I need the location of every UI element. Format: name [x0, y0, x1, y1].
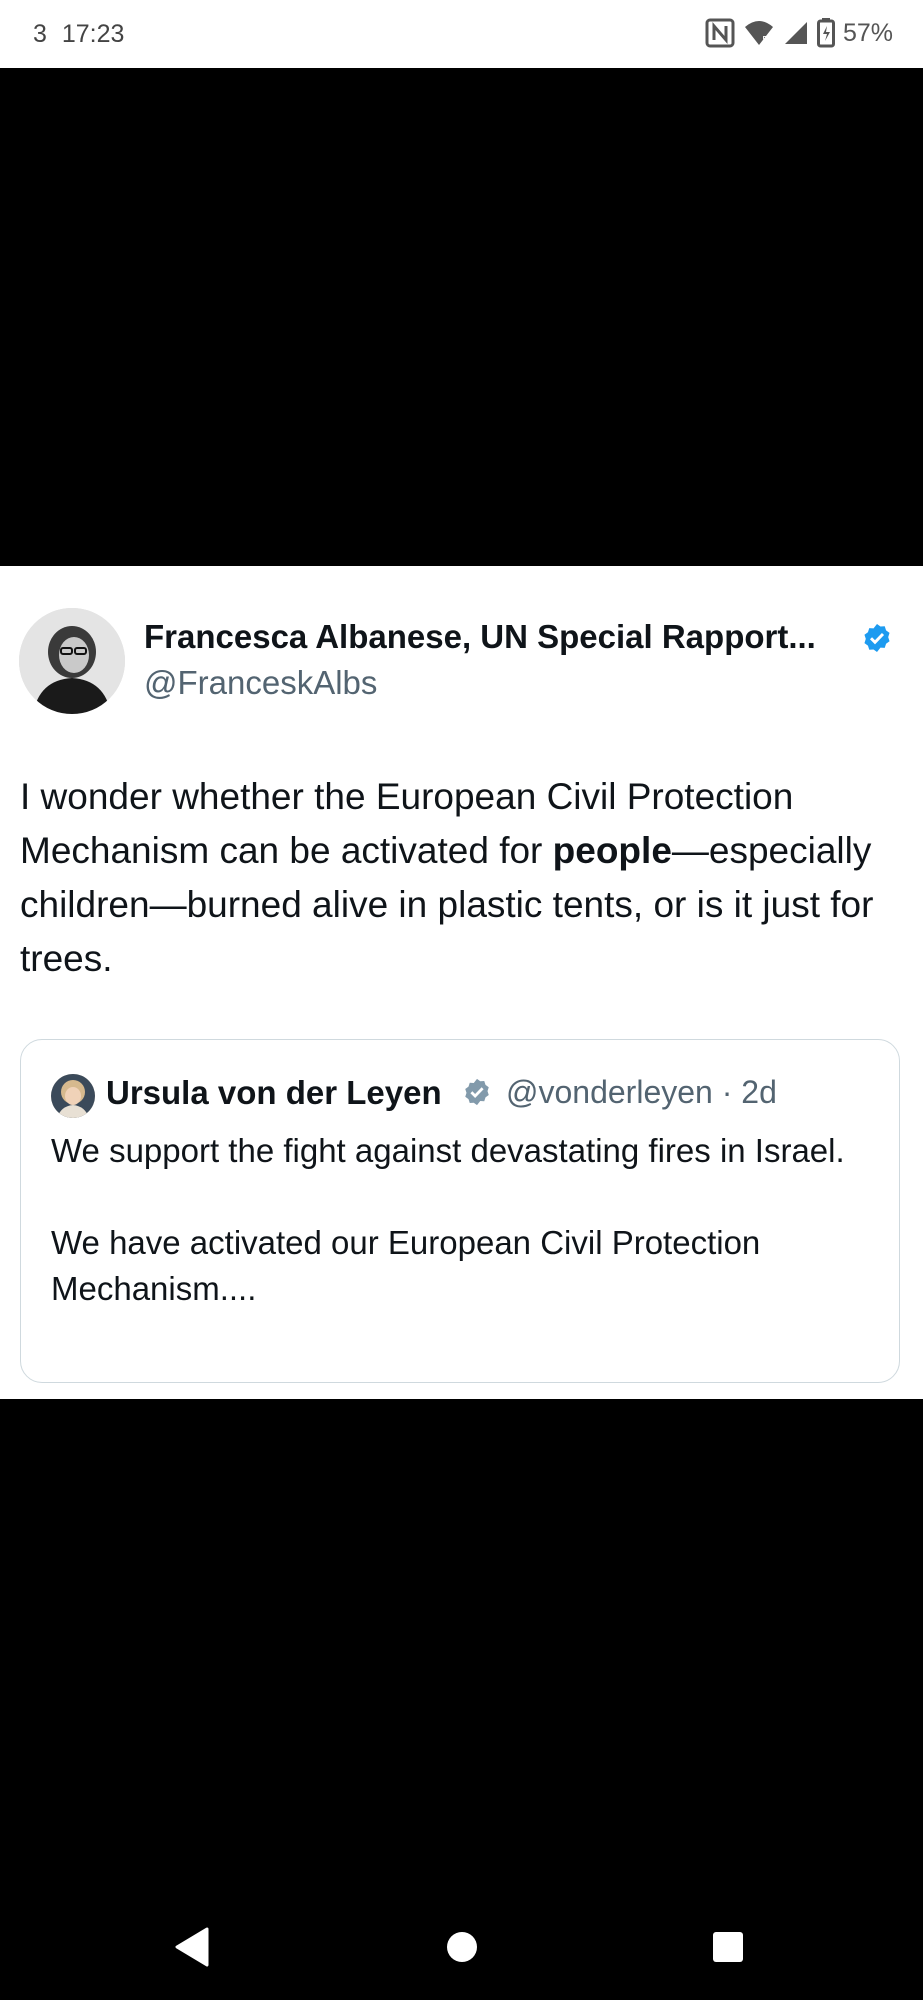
recents-icon[interactable] — [711, 1930, 745, 1964]
author-name[interactable]: Francesca Albanese, UN Special Rapport..… — [144, 618, 816, 656]
quoted-handle-time[interactable]: @vonderleyen · 2d — [506, 1074, 777, 1111]
status-right: 5 57% — [705, 18, 893, 48]
quoted-paragraph-2: We have activated our European Civil Pro… — [51, 1224, 761, 1307]
status-bar: 3 17:23 5 57% — [0, 0, 923, 68]
wifi-icon: 5 — [744, 21, 773, 46]
tweet-text: I wonder whether the European Civil Prot… — [20, 770, 910, 986]
notification-count: 3 — [33, 20, 47, 48]
signal-icon — [784, 22, 807, 44]
author-avatar[interactable] — [19, 608, 125, 714]
quoted-tweet[interactable]: Ursula von der Leyen @vonderleyen · 2d W… — [20, 1039, 900, 1383]
status-time: 17:23 — [61, 20, 125, 48]
author-handle[interactable]: @FranceskAlbs — [144, 664, 377, 702]
back-icon[interactable] — [173, 1927, 209, 1967]
nfc-icon — [705, 18, 735, 48]
battery-charging-icon — [816, 18, 835, 48]
home-icon[interactable] — [445, 1930, 479, 1964]
quoted-text: We support the fight against devastating… — [51, 1128, 871, 1312]
verified-gray-badge-icon — [465, 1078, 489, 1106]
tweet-text-bold: people — [552, 830, 672, 871]
verified-badge-icon — [864, 624, 890, 652]
quoted-paragraph-1: We support the fight against devastating… — [51, 1132, 845, 1169]
tweet-card: Francesca Albanese, UN Special Rapport..… — [0, 566, 923, 1399]
quoted-author-avatar[interactable] — [51, 1074, 95, 1118]
quoted-author-name[interactable]: Ursula von der Leyen — [106, 1074, 442, 1112]
status-left: 3 17:23 — [33, 20, 124, 49]
navigation-bar — [0, 1900, 923, 2000]
battery-percent: 57% — [842, 18, 893, 47]
svg-text:5: 5 — [762, 35, 768, 46]
